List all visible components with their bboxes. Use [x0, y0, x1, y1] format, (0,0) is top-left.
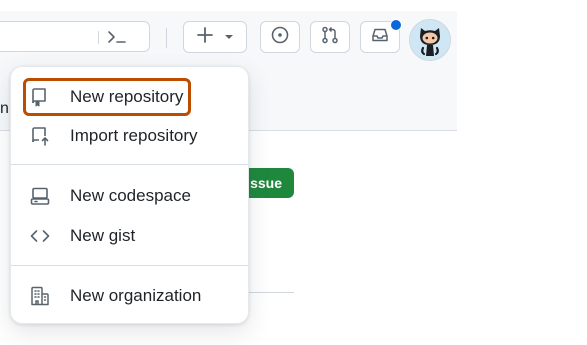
create-new-button[interactable] — [183, 21, 247, 53]
create-new-menu: New repository Import repository New cod… — [10, 66, 249, 324]
organization-icon — [23, 286, 58, 306]
issues-button[interactable] — [260, 21, 300, 53]
avatar[interactable] — [409, 19, 451, 61]
menu-item-label: New organization — [70, 286, 202, 305]
header-separator — [166, 28, 167, 48]
pull-requests-button[interactable] — [310, 21, 350, 53]
git-pull-request-icon — [320, 25, 340, 50]
codespaces-icon — [23, 186, 58, 206]
background-partial-text: n — [0, 100, 9, 117]
new-issue-button-label: ssue — [250, 175, 282, 191]
menu-divider — [11, 265, 248, 266]
code-icon — [23, 226, 58, 246]
repo-push-icon — [23, 126, 58, 146]
menu-item-new-codespace[interactable]: New codespace — [23, 178, 241, 214]
triangle-down-icon — [224, 28, 234, 46]
unread-notification-dot — [390, 19, 402, 31]
terminal-prompt-icon[interactable] — [106, 28, 128, 46]
menu-item-label: New repository — [70, 87, 184, 106]
menu-item-new-gist[interactable]: New gist — [23, 218, 241, 254]
menu-item-label: Import repository — [70, 126, 198, 145]
menu-item-label: New gist — [70, 226, 136, 245]
menu-item-label: New codespace — [70, 186, 191, 205]
search-input[interactable] — [0, 21, 150, 52]
menu-item-new-repository[interactable]: New repository — [23, 78, 191, 116]
inbox-icon — [370, 25, 390, 50]
plus-icon — [196, 26, 214, 49]
repo-icon — [26, 87, 58, 107]
menu-divider — [11, 164, 248, 165]
issue-opened-icon — [270, 25, 290, 50]
menu-item-import-repository[interactable]: Import repository — [23, 118, 241, 154]
search-divider — [98, 31, 99, 44]
menu-item-new-organization[interactable]: New organization — [23, 278, 241, 314]
global-header — [0, 11, 457, 71]
